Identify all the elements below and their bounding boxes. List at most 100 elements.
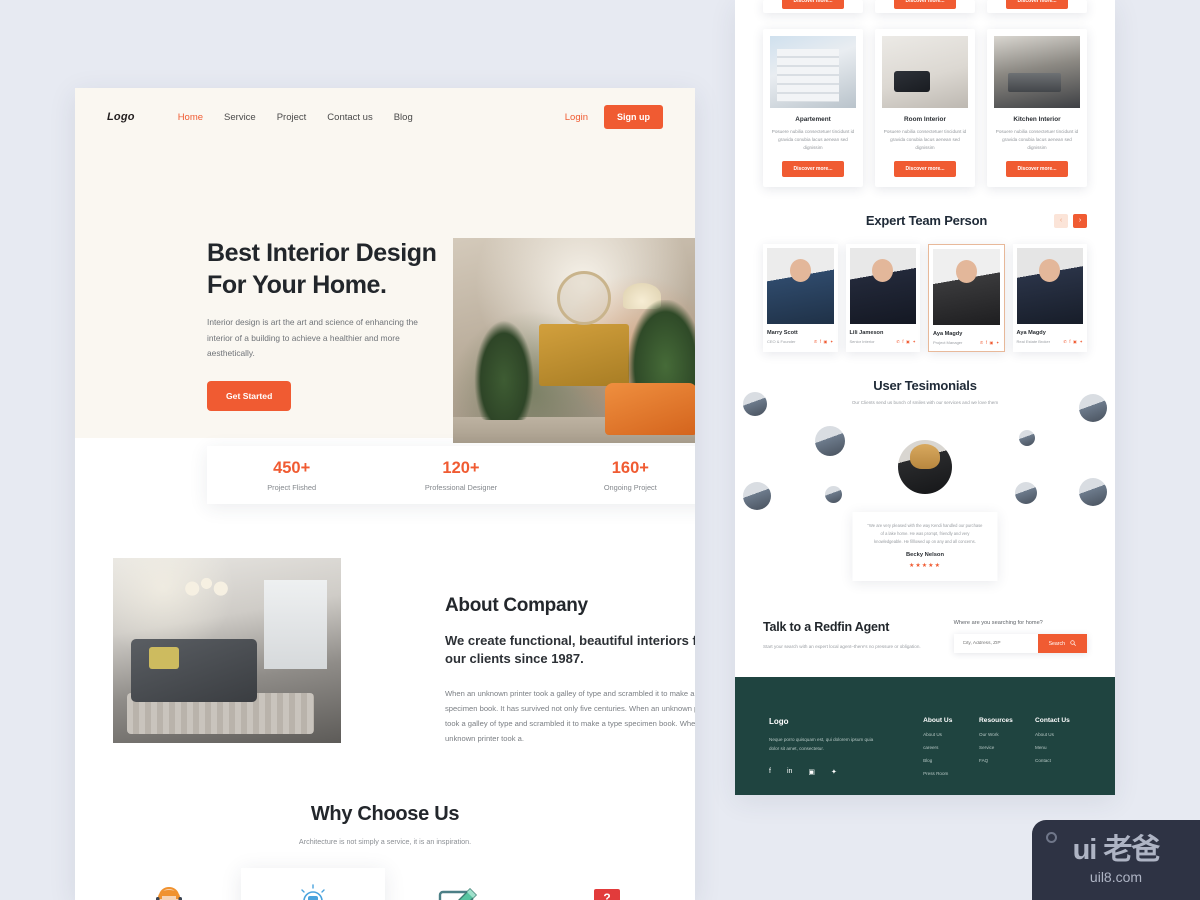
phone-icon[interactable]: ✆ (814, 339, 818, 344)
property-card-kitchen-interior[interactable]: Kitchen Interior Posuere nubilia consect… (987, 29, 1087, 188)
login-link[interactable]: Login (565, 112, 588, 123)
hero-content: Best Interior Design For Your Home. Inte… (207, 238, 442, 411)
headset-support-icon (107, 882, 231, 900)
testimonial-avatar[interactable] (825, 486, 842, 504)
why-card-creative[interactable]: Creative Eget mattis malesuada aptent na… (97, 868, 241, 900)
testimonial-avatar[interactable] (1015, 482, 1037, 505)
team-card-marry-scott[interactable]: Marry Scott CEO & Founder ✆ f ▣ ✦ (763, 244, 838, 353)
team-card-aya-magdy-broker[interactable]: Aya Magdy Real Estate Broker ✆ f ▣ ✦ (1012, 244, 1087, 353)
footer-link[interactable]: FAQ (979, 758, 1025, 763)
footer-link[interactable]: Press Room (923, 771, 969, 776)
signup-button[interactable]: Sign up (604, 105, 663, 129)
why-card-support[interactable]: ? Support Eget mattis malesuada aptent n… (529, 868, 673, 900)
discover-more-button[interactable]: Discover more... (781, 161, 845, 178)
instagram-icon[interactable]: ▣ (808, 768, 815, 776)
ui8-watermark-badge: ui 老爸 uil8.com (1032, 820, 1200, 900)
testimonial-avatar[interactable] (1019, 430, 1035, 447)
property-card-partial[interactable]: Discover more... (987, 0, 1087, 13)
facebook-icon[interactable]: f (820, 339, 821, 344)
team-card-aya-magdy-pm[interactable]: Aya Magdy Project Manager ✆ f ▣ ✦ (928, 244, 1005, 353)
why-subheading: Architecture is not simply a service, it… (298, 837, 472, 846)
property-card-apartement[interactable]: Apartement Posuere nubilia consectetuer … (763, 29, 863, 188)
property-card-partial[interactable]: Discover more... (763, 0, 863, 13)
footer-column-title: Resources (979, 717, 1013, 725)
top-navigation: Logo Home Service Project Contact us Blo… (75, 88, 695, 146)
team-card-lili-jameson[interactable]: Lili Jameson Senior Interior ✆ f ▣ ✦ (845, 244, 920, 353)
testimonial-featured-avatar[interactable] (898, 440, 952, 495)
hero-plant-left (473, 320, 534, 420)
nav-item-home[interactable]: Home (178, 112, 203, 123)
discover-more-button[interactable]: Discover more... (893, 0, 957, 9)
team-social-icons: ✆ f ▣ ✦ (1063, 339, 1083, 344)
property-card-room-interior[interactable]: Room Interior Posuere nubilia consectetu… (875, 29, 975, 188)
chevron-left-icon[interactable]: ‹ (1054, 213, 1068, 228)
discover-more-button[interactable]: Discover more... (1005, 161, 1069, 178)
instagram-icon[interactable]: ▣ (906, 339, 910, 344)
testimonial-avatar[interactable] (743, 392, 767, 417)
stat-number: 450+ (273, 458, 311, 477)
footer-logo[interactable]: Logo (769, 717, 879, 726)
why-card-smart-solutions[interactable]: Smart Solutions Eget mattis malesuada ap… (241, 868, 385, 900)
twitter-icon[interactable]: ✦ (830, 339, 834, 344)
phone-icon[interactable]: ✆ (896, 339, 900, 344)
footer-link[interactable]: Our Work (979, 732, 1025, 737)
nav-item-blog[interactable]: Blog (394, 112, 413, 123)
about-chandelier (181, 572, 232, 599)
instagram-icon[interactable]: ▣ (824, 339, 828, 344)
footer-link[interactable]: Contact (1035, 758, 1081, 763)
footer-link[interactable]: About Us (1035, 732, 1081, 737)
chevron-right-icon[interactable]: › (1073, 213, 1087, 228)
linkedin-icon[interactable]: in (787, 768, 792, 776)
team-heading: Expert Team Person (865, 213, 988, 229)
footer-column-about-us: About Us About Us careers Blog Press Roo… (923, 717, 969, 776)
instagram-icon[interactable]: ▣ (990, 340, 994, 345)
twitter-icon[interactable]: ✦ (1079, 339, 1083, 344)
about-body: When an unknown printer took a galley of… (445, 688, 695, 744)
footer-link[interactable]: Service (979, 745, 1025, 750)
rating-stars: ★★★★★ (909, 563, 941, 570)
nav-actions: Login Sign up (565, 105, 663, 129)
testimonial-avatar[interactable] (1079, 394, 1107, 423)
why-card-experienced[interactable]: Experienced Eget mattis malesuada aptent… (385, 868, 529, 900)
property-description: Posuere nubilia consectetuer tincidunt i… (771, 129, 855, 151)
discover-more-button[interactable]: Discover more... (893, 161, 957, 178)
footer-column-contact-us: Contact Us About Us Menu Contact (1035, 717, 1081, 776)
team-social-icons: ✆ f ▣ ✦ (814, 339, 834, 344)
facebook-icon[interactable]: f (986, 340, 987, 345)
footer-link[interactable]: Blog (923, 758, 969, 763)
phone-icon[interactable]: ✆ (980, 340, 984, 345)
footer-link[interactable]: About Us (923, 732, 969, 737)
facebook-icon[interactable]: f (1069, 339, 1070, 344)
property-title: Kitchen Interior (1013, 116, 1061, 123)
watermark-title: ui 老爸 (1072, 833, 1161, 866)
team-member-role: Real Estate Broker (1016, 339, 1051, 345)
twitter-icon[interactable]: ✦ (912, 339, 916, 344)
property-card-partial[interactable]: Discover more... (875, 0, 975, 13)
get-started-button[interactable]: Get Started (207, 380, 292, 411)
testimonial-avatar[interactable] (743, 482, 771, 511)
discover-more-button[interactable]: Discover more... (1005, 0, 1069, 9)
nav-item-service[interactable]: Service (224, 112, 256, 123)
property-description: Posuere nubilia consectetuer tincidunt i… (995, 129, 1079, 151)
testimonial-avatar[interactable] (815, 426, 845, 457)
about-interior-image (113, 558, 341, 743)
testimonial-avatar[interactable] (1079, 478, 1107, 507)
footer-link[interactable]: careers (923, 745, 969, 750)
discover-more-button[interactable]: Discover more... (781, 0, 845, 9)
search-input[interactable] (953, 634, 1038, 654)
hero-mirror (557, 270, 611, 325)
phone-icon[interactable]: ✆ (1063, 339, 1067, 344)
search-button[interactable]: Search (1037, 634, 1087, 654)
twitter-icon[interactable]: ✦ (996, 340, 1000, 345)
facebook-icon[interactable]: f (769, 768, 771, 776)
stat-item: 160+ Ongoing Project (546, 446, 695, 504)
team-avatar (767, 248, 834, 325)
footer-link[interactable]: Menu (1035, 745, 1081, 750)
twitter-icon[interactable]: ✦ (831, 768, 837, 776)
team-member-role: Project Manager (933, 340, 963, 346)
facebook-icon[interactable]: f (902, 339, 903, 344)
nav-item-contact-us[interactable]: Contact us (327, 112, 372, 123)
instagram-icon[interactable]: ▣ (1073, 339, 1077, 344)
brand-logo[interactable]: Logo (107, 111, 135, 123)
nav-item-project[interactable]: Project (277, 112, 307, 123)
